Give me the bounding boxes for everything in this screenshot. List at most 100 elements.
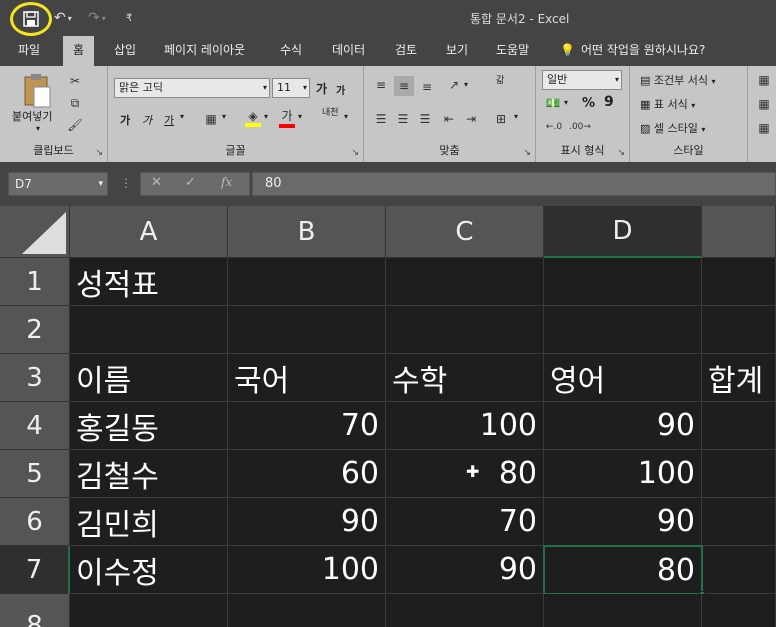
cell-b4[interactable]: 70: [228, 402, 386, 450]
row-header-1[interactable]: 1: [0, 258, 70, 306]
format-cells-icon[interactable]: ▦: [756, 120, 772, 136]
copy-icon[interactable]: ⧉: [66, 94, 84, 112]
cell-c1[interactable]: [386, 258, 544, 306]
align-bottom-icon[interactable]: ≡: [418, 78, 436, 96]
align-left-icon[interactable]: ☰: [372, 110, 390, 128]
tell-me-box[interactable]: 💡 어떤 작업을 원하시나요?: [560, 36, 705, 66]
align-middle-icon[interactable]: ≡: [394, 76, 414, 96]
currency-icon[interactable]: 💵: [544, 94, 562, 112]
cell-c4[interactable]: 100: [386, 402, 544, 450]
delete-cells-icon[interactable]: ▦: [756, 96, 772, 112]
cell-d5[interactable]: 100: [544, 450, 702, 498]
comma-button[interactable]: 9: [604, 94, 614, 110]
phonetic-button[interactable]: 내천: [322, 108, 342, 118]
column-header-c[interactable]: C: [386, 206, 544, 258]
orientation-dropdown-icon[interactable]: ▾: [464, 80, 468, 89]
align-right-icon[interactable]: ☰: [416, 110, 434, 128]
row-header-3[interactable]: 3: [0, 354, 70, 402]
fill-color-dropdown-icon[interactable]: ▾: [264, 112, 268, 121]
cell-a7[interactable]: 이수정: [70, 546, 228, 594]
paste-label[interactable]: 붙여넣기: [12, 108, 52, 124]
cell-b5[interactable]: 60: [228, 450, 386, 498]
insert-cells-icon[interactable]: ▦: [756, 72, 772, 88]
cell-d1[interactable]: [544, 258, 702, 306]
cut-icon[interactable]: ✂: [66, 72, 84, 90]
bold-button[interactable]: 가: [120, 112, 130, 128]
column-header-e[interactable]: [702, 206, 776, 258]
cell-b7[interactable]: 100: [228, 546, 386, 594]
cell-c6[interactable]: 70: [386, 498, 544, 546]
redo-button[interactable]: ↷ ▾: [88, 8, 106, 28]
tab-formulas[interactable]: 수식: [280, 36, 302, 66]
save-button[interactable]: [10, 2, 52, 36]
select-all-button[interactable]: [0, 206, 70, 258]
row-header-2[interactable]: 2: [0, 306, 70, 354]
format-as-table-button[interactable]: ▦ 표 서식 ▾: [640, 96, 695, 112]
cell-d4[interactable]: 90: [544, 402, 702, 450]
row-header-4[interactable]: 4: [0, 402, 70, 450]
cell-e7[interactable]: [703, 546, 776, 594]
cell-a6[interactable]: 김민희: [70, 498, 228, 546]
cell-d8[interactable]: [544, 594, 702, 627]
align-top-icon[interactable]: ≡: [372, 76, 390, 94]
cell-c8[interactable]: [386, 594, 544, 627]
paste-dropdown-icon[interactable]: ▾: [36, 124, 40, 133]
alignment-launcher-icon[interactable]: ↘: [523, 148, 531, 158]
conditional-formatting-button[interactable]: ▤ 조건부 서식 ▾: [640, 72, 716, 88]
font-color-dropdown-icon[interactable]: ▾: [298, 112, 302, 121]
cell-d2[interactable]: [544, 306, 702, 354]
cell-c2[interactable]: [386, 306, 544, 354]
increase-indent-icon[interactable]: ⇥: [462, 110, 480, 128]
wrap-text-button[interactable]: 갋: [496, 76, 512, 86]
number-launcher-icon[interactable]: ↘: [617, 148, 625, 158]
orientation-icon[interactable]: ↗: [444, 76, 464, 94]
tab-page-layout[interactable]: 페이지 레이아웃: [164, 36, 245, 66]
currency-dropdown-icon[interactable]: ▾: [564, 98, 568, 107]
cell-b6[interactable]: 90: [228, 498, 386, 546]
cell-e8[interactable]: [702, 594, 776, 627]
decrease-indent-icon[interactable]: ⇤: [440, 110, 458, 128]
font-name-select[interactable]: 맑은 고딕 ▾: [114, 78, 270, 98]
row-header-7[interactable]: 7: [0, 546, 70, 594]
enter-icon[interactable]: ✓: [185, 175, 196, 190]
cell-c7[interactable]: 90: [386, 546, 544, 594]
border-icon[interactable]: ▦: [202, 110, 220, 128]
tab-help[interactable]: 도움말: [496, 36, 529, 66]
cell-a1[interactable]: 성적표: [70, 258, 228, 306]
underline-dropdown-icon[interactable]: ▾: [180, 112, 184, 121]
fill-color-button[interactable]: ◈: [244, 108, 262, 128]
cell-a5[interactable]: 김철수: [70, 450, 228, 498]
row-header-6[interactable]: 6: [0, 498, 70, 546]
cell-a2[interactable]: [70, 306, 228, 354]
number-format-select[interactable]: 일반 ▾: [542, 70, 622, 90]
percent-button[interactable]: %: [582, 96, 595, 111]
phonetic-dropdown-icon[interactable]: ▾: [344, 112, 348, 121]
cell-c3[interactable]: 수학: [386, 354, 544, 402]
cell-e5[interactable]: [702, 450, 776, 498]
border-dropdown-icon[interactable]: ▾: [222, 112, 226, 121]
cell-b8[interactable]: [228, 594, 386, 627]
font-color-button[interactable]: 가: [278, 106, 296, 128]
paste-button[interactable]: [20, 72, 54, 110]
cell-e6[interactable]: [702, 498, 776, 546]
row-header-5[interactable]: 5: [0, 450, 70, 498]
cell-a8[interactable]: [70, 594, 228, 627]
cancel-icon[interactable]: ✕: [151, 175, 162, 190]
column-header-b[interactable]: B: [228, 206, 386, 258]
name-box[interactable]: D7 ▾: [8, 172, 108, 196]
redo-dropdown-icon[interactable]: ▾: [102, 14, 106, 23]
italic-button[interactable]: 가: [142, 112, 152, 128]
cell-b1[interactable]: [228, 258, 386, 306]
shrink-font-button[interactable]: 가: [336, 82, 345, 97]
formula-input[interactable]: 80: [252, 172, 776, 196]
grow-font-button[interactable]: 가: [316, 80, 327, 97]
cell-e1[interactable]: [702, 258, 776, 306]
cell-d7[interactable]: 80: [543, 545, 703, 595]
tab-insert[interactable]: 삽입: [114, 36, 136, 66]
tab-home[interactable]: 홈: [63, 36, 95, 66]
cell-d6[interactable]: 90: [544, 498, 702, 546]
font-launcher-icon[interactable]: ↘: [351, 148, 359, 158]
cell-a4[interactable]: 홍길동: [70, 402, 228, 450]
cell-e2[interactable]: [702, 306, 776, 354]
font-size-select[interactable]: 11 ▾: [272, 78, 310, 98]
